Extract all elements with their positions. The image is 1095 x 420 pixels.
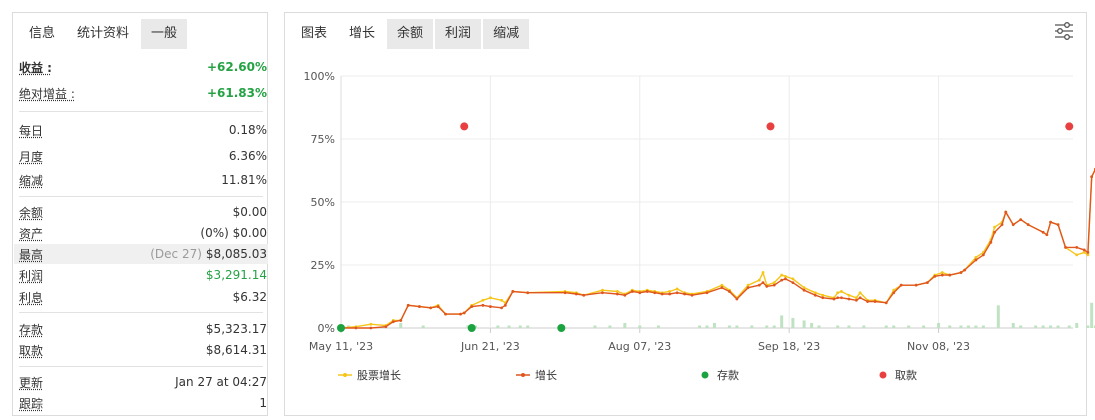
volume-bar [1090,302,1094,328]
stat-drawdown: 缩减 11.81% [19,170,267,190]
stat-highest-value-wrap: (Dec 27) $8,085.03 [150,247,267,261]
stat-drawdown-label: 缩减 [19,173,44,188]
stat-updated-label: 更新 [19,375,44,390]
stat-deposits-value: $5,323.17 [205,322,267,336]
stat-updated: 更新 Jan 27 at 04:27 [19,372,267,392]
tab-chart[interactable]: 图表 [291,19,337,49]
stat-abs-gain-value: +61.83% [206,86,267,100]
stat-abs-gain: 绝对增益 : +61.83% [19,83,267,103]
stat-drawdown-value: 11.81% [221,173,267,187]
tab-drawdown[interactable]: 缩减 [483,19,530,49]
stat-profit-value: +62.60% [206,60,267,74]
stat-highest-value: $8,085.03 [205,247,267,261]
stat-profit-amount-value: $3,291.14 [205,268,267,282]
tab-profit[interactable]: 利润 [435,19,482,49]
stat-deposits: 存款 $5,323.17 [19,319,267,339]
growth-point [1090,175,1094,179]
divider [19,312,263,313]
stat-highest: 最高 (Dec 27) $8,085.03 [19,244,267,264]
stat-deposits-label: 存款 [19,322,44,337]
stat-equity-label: 资产 [19,226,44,241]
stat-profit: 收益 : +62.60% [19,57,267,77]
tab-balance[interactable]: 余额 [387,19,434,49]
stat-interest: 利息 $6.32 [19,287,267,307]
stat-daily-value: 0.18% [228,123,267,137]
stat-interest-label: 利息 [19,290,44,305]
stat-interest-value: $6.32 [232,290,267,304]
info-tabs: 信息 统计资料 一般 [13,13,267,49]
stat-tracking: 跟踪 1 [19,393,267,413]
stat-monthly-value: 6.36% [228,149,267,163]
tab-general[interactable]: 一般 [141,19,188,49]
equity-growth-point [1090,175,1094,179]
stat-highest-date: (Dec 27) [150,247,202,261]
tab-growth[interactable]: 增长 [339,19,386,49]
stat-equity-value: (0%) $0.00 [200,226,267,240]
stat-daily: 每日 0.18% [19,120,267,140]
stat-profit-label: 收益 : [19,60,52,75]
stat-daily-label: 每日 [19,123,44,138]
stat-profit-amount: 利润 $3,291.14 [19,265,267,285]
sliders-icon[interactable] [1054,21,1074,41]
tab-statistics[interactable]: 统计资料 [67,19,140,49]
stat-equity: 资产 (0%) $0.00 [19,223,267,243]
stat-updated-value: Jan 27 at 04:27 [175,375,267,389]
tab-info[interactable]: 信息 [19,19,65,49]
stat-balance-value: $0.00 [232,205,267,219]
stat-highest-label: 最高 [19,247,44,262]
stat-monthly-label: 月度 [19,149,44,164]
stat-tracking-value: 1 [259,396,267,410]
stat-balance: 余额 $0.00 [19,202,267,222]
stat-profit-amount-label: 利润 [19,268,44,283]
divider [19,196,263,197]
stat-withdrawals: 取款 $8,614.31 [19,340,267,360]
chart-panel: 图表 增长 余额 利润 缩减 [284,12,1087,416]
divider [19,366,263,367]
stat-monthly: 月度 6.36% [19,146,267,166]
stat-tracking-label: 跟踪 [19,396,44,411]
divider [19,111,263,112]
chart-tabs: 图表 增长 余额 利润 缩减 [285,13,1086,49]
statistics-panel: 信息 统计资料 一般 收益 : +62.60% 绝对增益 : +61.83% 每… [12,12,268,416]
stat-withdrawals-label: 取款 [19,343,44,358]
stat-withdrawals-value: $8,614.31 [205,343,267,357]
stat-abs-gain-label: 绝对增益 : [19,86,75,101]
stat-balance-label: 余额 [19,205,44,220]
